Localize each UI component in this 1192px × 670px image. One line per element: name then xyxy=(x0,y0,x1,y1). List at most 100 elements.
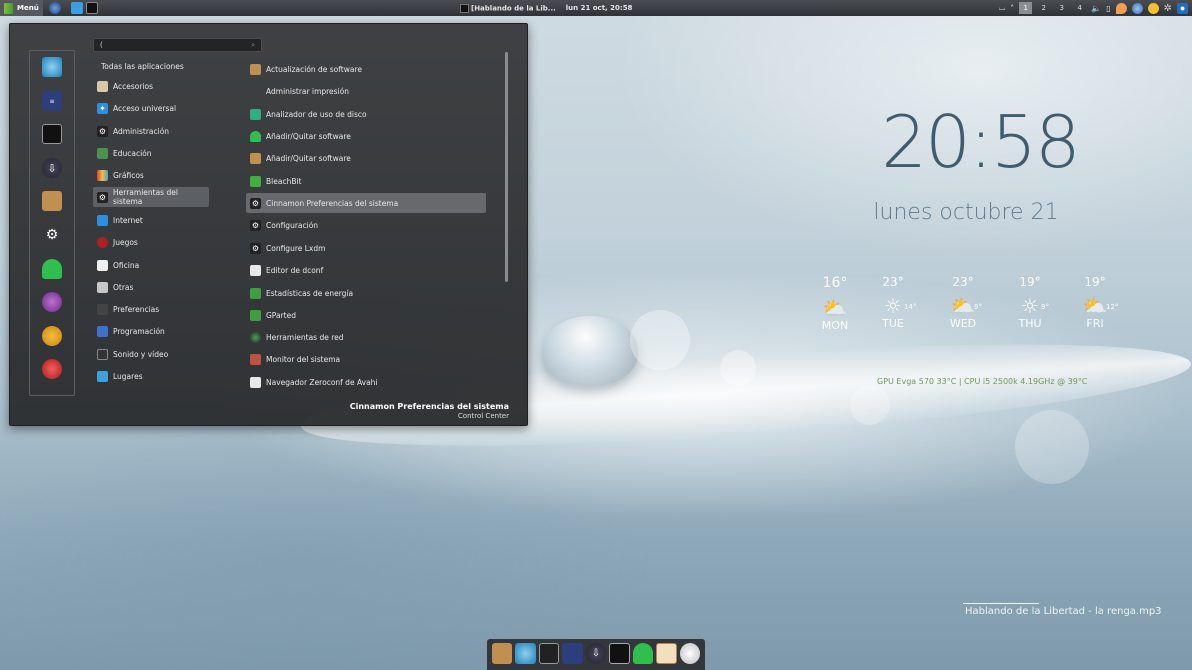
terminal-fav-icon[interactable] xyxy=(42,124,62,144)
text-editor-dock-icon[interactable] xyxy=(656,643,677,664)
category-item[interactable]: Programación xyxy=(93,321,209,341)
category-item-selected[interactable]: ⚙ Herramientas del sistema xyxy=(93,187,209,207)
printer-icon xyxy=(250,86,261,97)
app-item[interactable]: ⚙ Configure Lxdm xyxy=(246,238,486,258)
package-fav-icon[interactable] xyxy=(42,191,62,211)
workspace-3[interactable]: 3 xyxy=(1055,2,1068,14)
graphics-icon xyxy=(97,169,108,181)
category-item[interactable]: Sonido y vídeo xyxy=(93,344,209,364)
weather-high: 23° xyxy=(952,275,974,289)
category-item[interactable]: ⚙ Administración xyxy=(93,121,209,141)
package-installer-dock-icon[interactable] xyxy=(492,643,513,664)
workspace-1[interactable]: 1 xyxy=(1019,2,1033,14)
category-label: Acceso universal xyxy=(113,103,177,113)
category-item[interactable]: Juegos xyxy=(93,232,209,252)
app-item[interactable]: Administrar impresión xyxy=(246,81,486,101)
ghost-app-icon xyxy=(250,130,261,142)
app-item[interactable]: ⚙ Configuración xyxy=(246,215,486,235)
app-item[interactable]: Añadir/Quitar software xyxy=(246,126,486,146)
now-playing-desklet: Hablando de la Libertad - la renga.mp3 xyxy=(965,606,1162,617)
weather-day-name: THU xyxy=(1018,317,1042,330)
app-item[interactable]: Editor de dconf xyxy=(246,260,486,280)
show-desktop-icon[interactable]: ⌴ xyxy=(999,3,1005,13)
weather-high: 16° xyxy=(822,275,848,291)
category-item[interactable]: Oficina xyxy=(93,255,209,275)
music-player-dock-icon[interactable] xyxy=(562,643,583,664)
app-item[interactable]: GParted xyxy=(246,305,486,325)
clock-desklet: 20:58 xyxy=(881,100,1081,184)
battery-icon[interactable]: ▯ xyxy=(1106,4,1110,13)
browser-fav-icon[interactable] xyxy=(42,57,62,77)
app-item[interactable]: Actualización de software xyxy=(246,59,486,79)
app-item[interactable]: Herramientas de red xyxy=(246,327,486,347)
chevron-up-icon[interactable]: ˄ xyxy=(1010,4,1014,13)
workspace-4[interactable]: 4 xyxy=(1073,2,1086,14)
gear-icon[interactable]: ✲ xyxy=(1164,3,1172,14)
screen-dock-icon[interactable] xyxy=(609,643,630,664)
pidgin-icon[interactable] xyxy=(1147,2,1159,14)
apps-scrollbar[interactable] xyxy=(505,52,508,282)
category-label: Otras xyxy=(113,282,134,292)
app-label: Herramientas de red xyxy=(266,332,344,342)
app-item[interactable]: Monitor del sistema xyxy=(246,349,486,369)
app-label: Actualización de software xyxy=(266,64,363,74)
app-label: BleachBit xyxy=(266,176,302,186)
user-icon[interactable] xyxy=(1177,2,1188,14)
app-item[interactable]: Analizador de uso de disco xyxy=(246,104,486,124)
internet-icon xyxy=(97,214,108,226)
weather-day-name: TUE xyxy=(882,317,904,330)
browser-dock-icon[interactable] xyxy=(515,643,536,664)
menu-button[interactable]: Menú xyxy=(0,0,43,16)
network-icon[interactable] xyxy=(1131,2,1143,14)
accessories-icon xyxy=(97,80,108,92)
category-item[interactable]: Internet xyxy=(93,210,209,230)
weather-low: 9° xyxy=(1041,303,1049,311)
browser-launcher-icon[interactable] xyxy=(48,2,61,14)
panel-center: [Hablando de la Lib... lun 21 oct, 20:58 xyxy=(460,0,632,16)
date-desklet: lunes octubre 21 xyxy=(873,200,1059,225)
category-item[interactable]: Gráficos xyxy=(93,165,209,185)
terminal-dock-icon[interactable] xyxy=(538,643,560,664)
app-label: Monitor del sistema xyxy=(266,354,341,364)
clock-dock-icon[interactable] xyxy=(679,643,700,664)
category-item[interactable]: Lugares xyxy=(93,366,209,386)
update-manager-fav-icon[interactable]: ⇩ xyxy=(42,158,62,178)
logout-fav-icon[interactable] xyxy=(42,326,62,346)
wallpaper-droplet xyxy=(542,316,638,386)
weather-tray-icon[interactable] xyxy=(1115,2,1127,14)
network-tools-icon xyxy=(250,331,261,343)
category-label: Internet xyxy=(113,215,143,225)
category-label: Preferencias xyxy=(113,304,160,314)
update-manager-dock-icon[interactable]: ⇩ xyxy=(585,643,607,664)
music-player-fav-icon[interactable]: ≡ xyxy=(42,91,62,111)
files-launcher-icon[interactable] xyxy=(70,2,83,14)
office-icon xyxy=(97,259,108,271)
settings-fav-icon[interactable]: ⚙ xyxy=(42,225,62,245)
category-item[interactable]: Otras xyxy=(93,277,209,297)
avahi-browser-icon xyxy=(250,376,261,388)
app-item[interactable]: BleachBit xyxy=(246,171,486,191)
ghost-app-dock-icon[interactable] xyxy=(632,643,654,664)
category-item[interactable]: Accesorios xyxy=(93,76,209,96)
category-item[interactable]: Educación xyxy=(93,143,209,163)
terminal-launcher-icon[interactable] xyxy=(85,2,98,14)
app-label: Analizador de uso de disco xyxy=(266,109,367,119)
window-list-item[interactable]: [Hablando de la Lib... xyxy=(460,3,556,13)
app-item[interactable]: Estadísticas de energía xyxy=(246,283,486,303)
favorites-bar: ≡ ⇩ ⚙ xyxy=(29,50,75,396)
app-item[interactable]: Añadir/Quitar software xyxy=(246,148,486,168)
ghost-app-fav-icon[interactable] xyxy=(42,259,62,279)
app-item[interactable]: Navegador Zeroconf de Avahi xyxy=(246,372,486,392)
panel-clock[interactable]: lun 21 oct, 20:58 xyxy=(566,4,633,12)
lock-screen-fav-icon[interactable] xyxy=(42,292,62,312)
category-item[interactable]: Preferencias xyxy=(93,299,209,319)
volume-icon[interactable]: 🔈 xyxy=(1091,4,1101,13)
search-input[interactable]: ( ⌕ xyxy=(93,38,262,52)
shutdown-fav-icon[interactable] xyxy=(42,359,62,379)
app-item-selected[interactable]: ⚙ Cinnamon Preferencias del sistema xyxy=(246,193,486,213)
category-label: Juegos xyxy=(113,237,138,247)
workspace-2[interactable]: 2 xyxy=(1037,2,1050,14)
all-applications-category[interactable]: Todas las aplicaciones xyxy=(101,62,184,71)
category-item[interactable]: ✦ Acceso universal xyxy=(93,98,209,118)
package-icon xyxy=(250,152,261,164)
